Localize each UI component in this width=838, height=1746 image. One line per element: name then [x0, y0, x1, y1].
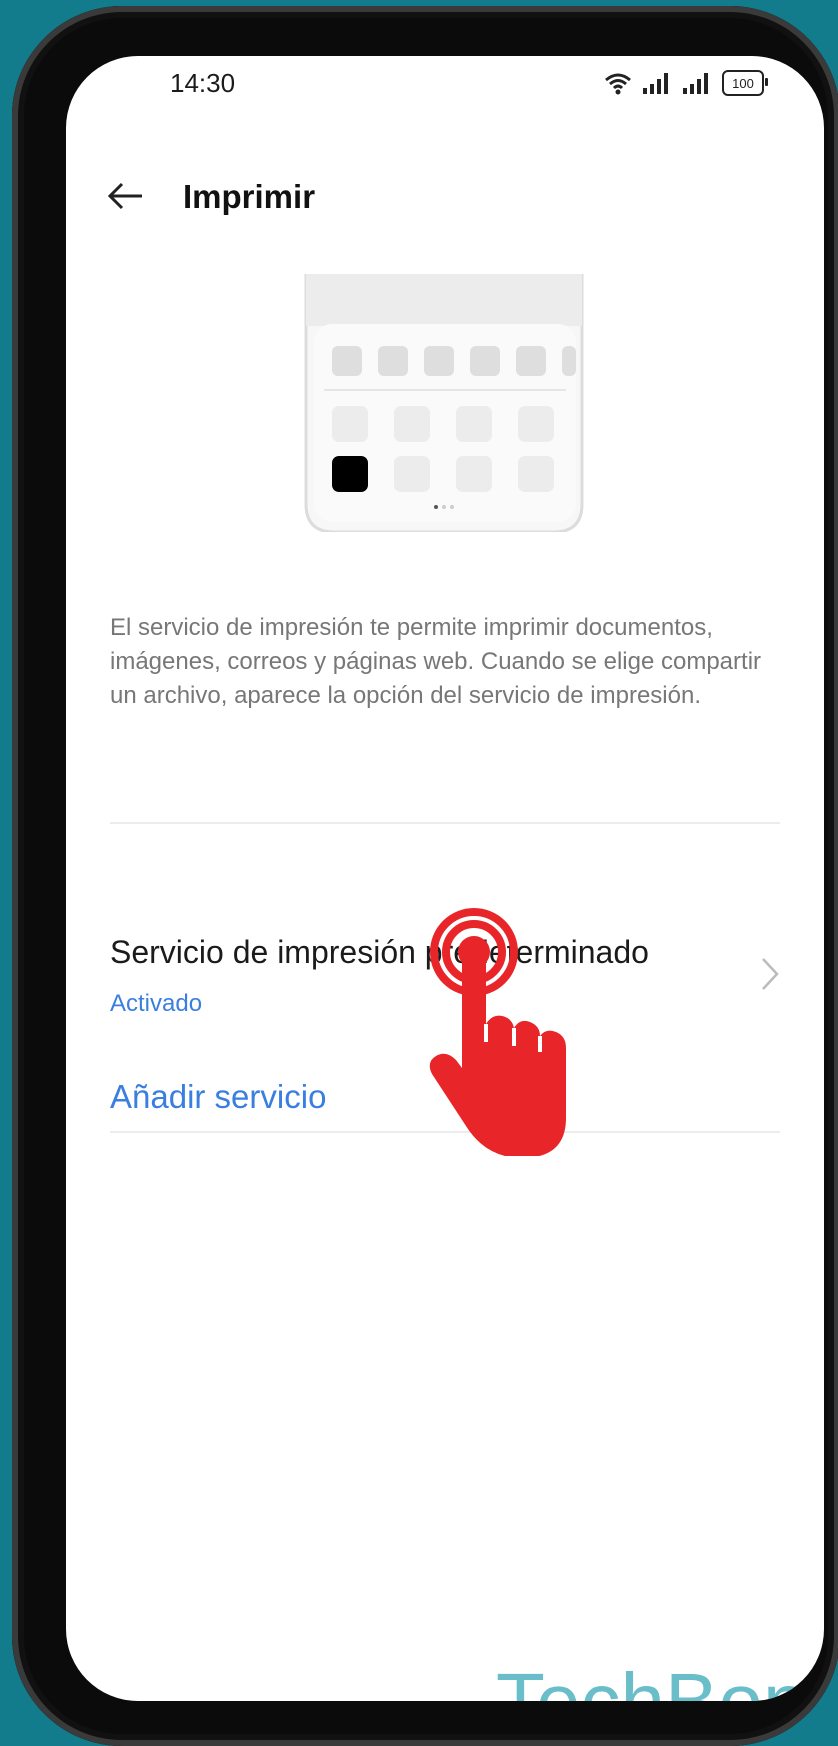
wifi-icon	[605, 73, 631, 95]
battery-icon: 100	[722, 70, 768, 96]
status-bar: 14:30 100	[66, 56, 824, 116]
divider	[110, 822, 780, 824]
add-service-button[interactable]: Añadir servicio	[110, 1078, 326, 1116]
phone-frame: 14:30 100 Imprimir El servicio de impres…	[12, 6, 838, 1746]
screen: 14:30 100 Imprimir El servicio de impres…	[66, 56, 824, 1701]
app-header: Imprimir	[66, 168, 824, 228]
battery-level: 100	[732, 75, 754, 91]
print-service-description: El servicio de impresión te permite impr…	[110, 614, 762, 709]
watermark-logo: TechBone	[496, 1656, 824, 1701]
phone-illustration	[304, 274, 584, 532]
signal-icon	[643, 73, 668, 94]
status-time: 14:30	[170, 68, 236, 98]
chevron-right-icon	[762, 958, 779, 990]
signal-icon	[683, 73, 708, 94]
tap-hand-icon	[429, 908, 566, 1156]
page-title: Imprimir	[183, 178, 316, 215]
default-print-service-status: Activado	[110, 990, 203, 1017]
back-arrow-icon[interactable]	[106, 176, 146, 216]
status-icons: 100	[604, 68, 768, 98]
